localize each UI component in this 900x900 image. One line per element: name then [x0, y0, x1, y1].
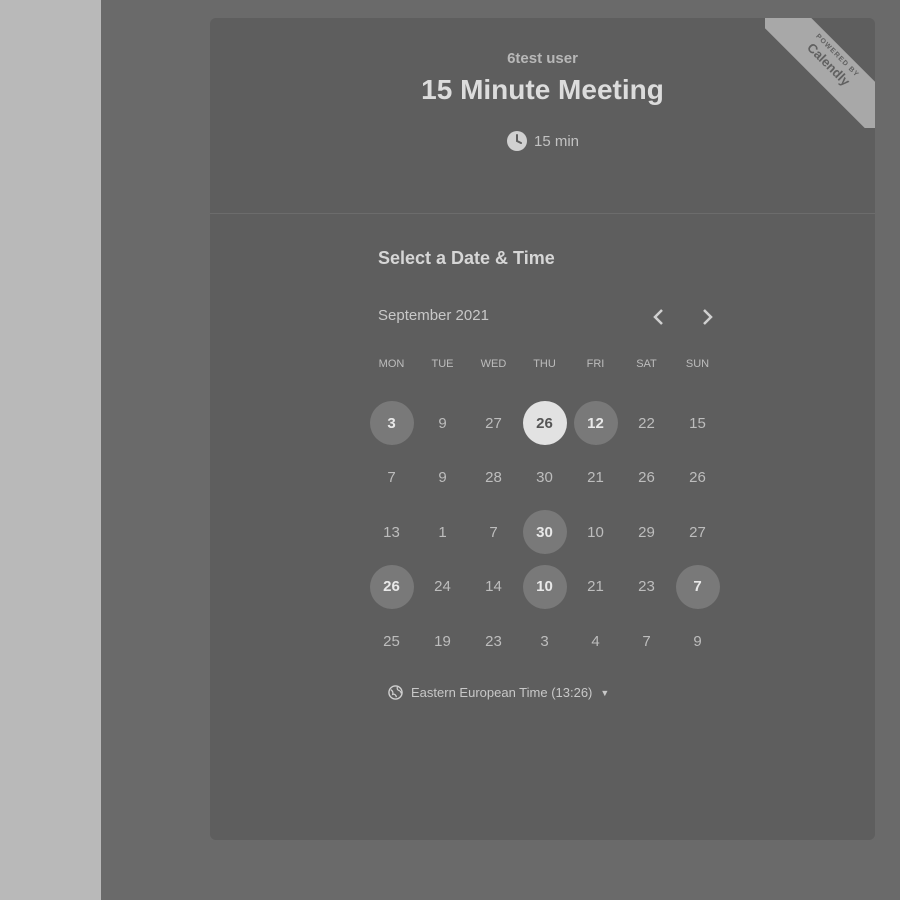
- chevron-right-icon: [703, 309, 713, 325]
- day-number: 7: [642, 632, 651, 650]
- day-number: 1: [438, 523, 447, 541]
- calendar-day: 1: [417, 505, 468, 560]
- section-heading: Select a Date & Time: [378, 248, 555, 268]
- calendar-day-available[interactable]: 12: [570, 396, 621, 451]
- calendar-day: 26: [672, 451, 723, 506]
- calendar-day: 14: [468, 560, 519, 615]
- day-number: 10: [587, 523, 604, 541]
- chevron-left-icon: [653, 309, 663, 325]
- day-number: 21: [587, 469, 604, 487]
- day-number: 9: [693, 632, 702, 650]
- day-number: 10: [522, 564, 567, 609]
- day-number: 3: [540, 632, 549, 650]
- calendar-day: 21: [570, 451, 621, 506]
- calendar-day: 7: [621, 614, 672, 669]
- weekday-label: THU: [533, 358, 556, 370]
- day-number: 22: [638, 414, 655, 432]
- calendar-day: 26: [621, 451, 672, 506]
- day-number: 13: [383, 523, 400, 541]
- clock-icon: [506, 130, 528, 152]
- day-number: 21: [587, 578, 604, 596]
- calendar-day: 28: [468, 451, 519, 506]
- timezone-selector[interactable]: Eastern European Time (13:26) ▼: [388, 685, 609, 700]
- calendar-day: 9: [672, 614, 723, 669]
- globe-icon: [388, 685, 403, 700]
- calendar-day: 7: [468, 505, 519, 560]
- calendar-day: 9: [417, 451, 468, 506]
- weekday-label: SAT: [636, 358, 657, 370]
- day-number: 9: [438, 414, 447, 432]
- weekday-label: TUE: [431, 358, 454, 370]
- calendar-day: 27: [672, 505, 723, 560]
- day-number: 3: [369, 401, 414, 446]
- calendar-day: 4: [570, 614, 621, 669]
- calendar-day: 27: [468, 396, 519, 451]
- calendar-day: 23: [468, 614, 519, 669]
- calendar-grid: 3 9 27 26 12 22 15 7 9 28 30 21 26 26 13 1 7 30 10 29 27 26 24…: [366, 396, 726, 669]
- caret-down-icon: ▼: [600, 687, 610, 698]
- calendar-day: 30: [519, 451, 570, 506]
- day-number: 27: [689, 523, 706, 541]
- calendar-day: 15: [672, 396, 723, 451]
- weekday-label: FRI: [586, 358, 605, 370]
- calendar-day-available[interactable]: 10: [519, 560, 570, 615]
- weekday-header: MON TUE WED THU FRI SAT SUN: [366, 358, 726, 370]
- calendar-day: 29: [621, 505, 672, 560]
- duration-label: 15 min: [533, 132, 580, 150]
- day-number: 30: [536, 469, 553, 487]
- day-number: 9: [438, 469, 447, 487]
- calendar-day: 7: [366, 451, 417, 506]
- day-number: 30: [522, 510, 567, 555]
- powered-by-badge[interactable]: POWERED BY Calendly: [765, 18, 875, 128]
- calendar-day: 21: [570, 560, 621, 615]
- calendar-day: 13: [366, 505, 417, 560]
- calendar-day-available[interactable]: 30: [519, 505, 570, 560]
- calendar-day: 3: [519, 614, 570, 669]
- month-label: September 2021: [378, 307, 489, 324]
- calendar-day-available[interactable]: 7: [672, 560, 723, 615]
- weekday-label: MON: [378, 358, 405, 370]
- day-number: 7: [489, 523, 498, 541]
- month-navigation: September 2021: [378, 303, 718, 331]
- day-number: 19: [434, 632, 451, 650]
- calendar-day: 23: [621, 560, 672, 615]
- calendar-day: 19: [417, 614, 468, 669]
- weekday-label: WED: [480, 358, 507, 370]
- calendar-day: 10: [570, 505, 621, 560]
- day-number: 26: [638, 469, 655, 487]
- day-number: 15: [689, 414, 706, 432]
- day-number: 26: [522, 401, 567, 446]
- calendar-day-available[interactable]: 26: [366, 560, 417, 615]
- day-number: 23: [638, 578, 655, 596]
- timezone-label: Eastern European Time (13:26): [411, 685, 593, 700]
- day-number: 4: [591, 632, 600, 650]
- weekday-label: SUN: [685, 358, 710, 370]
- day-number: 24: [434, 578, 451, 596]
- calendar-day-available[interactable]: 26: [519, 396, 570, 451]
- day-number: 25: [383, 632, 400, 650]
- booking-card: 6test user 15 Minute Meeting 15 min POWE…: [210, 18, 875, 840]
- calendar-day: 22: [621, 396, 672, 451]
- event-duration: 15 min: [210, 130, 875, 152]
- next-month-button[interactable]: [694, 303, 722, 331]
- day-number: 27: [485, 414, 502, 432]
- day-number: 26: [369, 564, 414, 609]
- day-number: 23: [485, 632, 502, 650]
- page-background: [0, 0, 101, 900]
- prev-month-button[interactable]: [644, 303, 672, 331]
- calendar-day-available[interactable]: 3: [366, 396, 417, 451]
- day-number: 26: [689, 469, 706, 487]
- calendar-day: 24: [417, 560, 468, 615]
- day-number: 28: [485, 469, 502, 487]
- day-number: 12: [573, 401, 618, 446]
- calendar-day: 25: [366, 614, 417, 669]
- calendar-day: 9: [417, 396, 468, 451]
- day-number: 7: [387, 469, 396, 487]
- day-number: 7: [675, 564, 720, 609]
- day-number: 14: [485, 578, 502, 596]
- day-number: 29: [638, 523, 655, 541]
